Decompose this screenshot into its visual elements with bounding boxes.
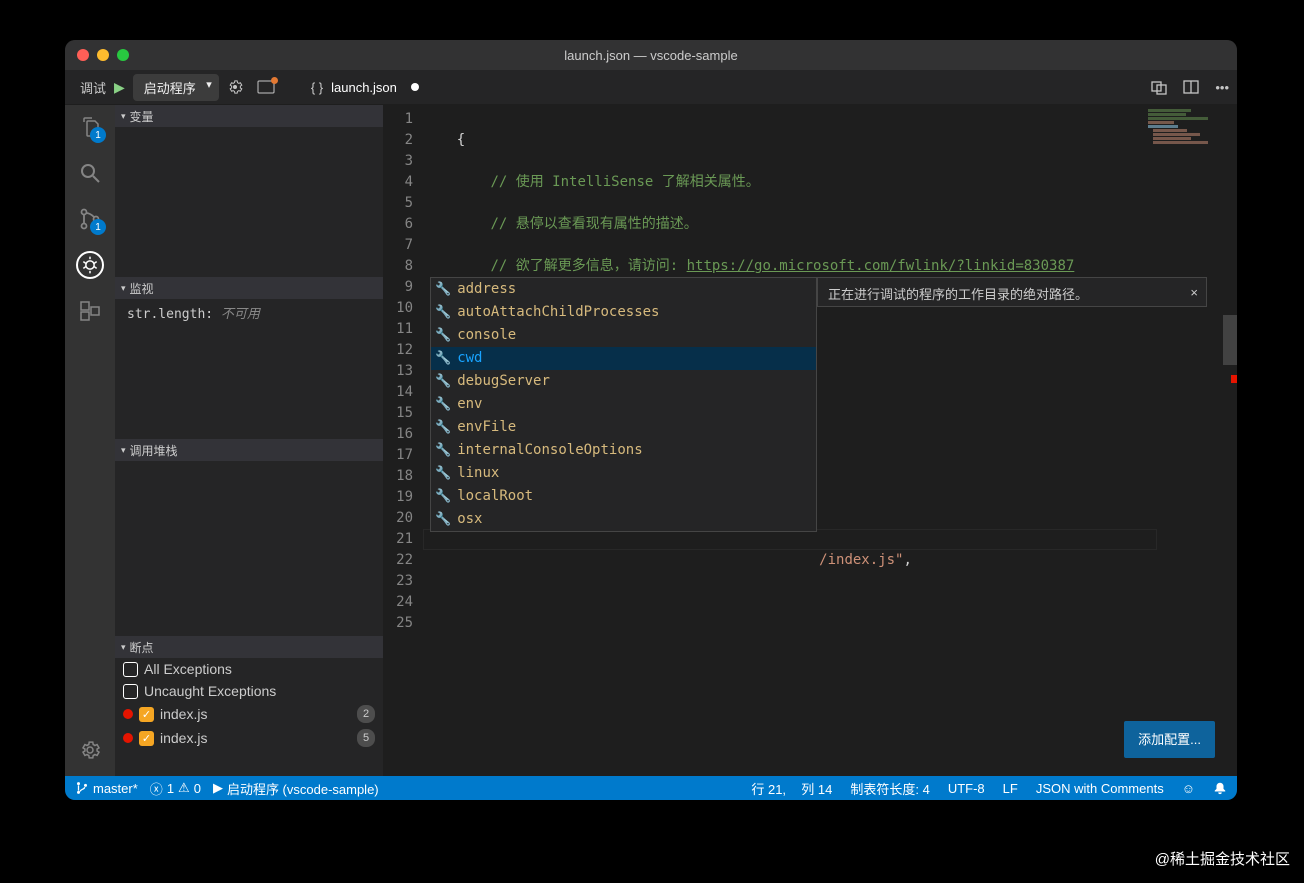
tab-filename[interactable]: launch.json [331,80,397,95]
debug-sidebar: ▾变量 ▾监视 str.length: 不可用 ▾调用堆栈 ▾断点 All Ex… [115,105,383,776]
breakpoint-check-icon: ✓ [139,731,154,746]
overview-breakpoint-marker [1231,375,1237,383]
dirty-indicator-icon [411,83,419,91]
breakpoint-item[interactable]: ✓index.js2 [115,702,383,726]
debug-target-status[interactable]: ▶ 启动程序 (vscode-sample) [213,779,379,798]
intellisense-item[interactable]: 🔧debugServer [431,370,816,393]
watch-section-header[interactable]: ▾监视 [115,277,383,299]
breakpoint-dot-icon [123,733,133,743]
watch-expression[interactable]: str.length: 不可用 [115,299,383,326]
intellisense-list: 🔧address🔧autoAttachChildProcesses🔧consol… [430,277,817,532]
add-configuration-button[interactable]: 添加配置... [1124,721,1215,758]
intellisense-item[interactable]: 🔧address [431,278,816,301]
debug-icon[interactable] [76,251,104,279]
wrench-icon: 🔧 [435,325,451,346]
wrench-icon: 🔧 [435,509,451,530]
wrench-icon: 🔧 [435,394,451,415]
watermark: @稀土掘金技术社区 [1155,848,1290,869]
callstack-section-header[interactable]: ▾调用堆栈 [115,439,383,461]
wrench-icon: 🔧 [435,371,451,392]
window-title: launch.json — vscode-sample [564,48,737,63]
wrench-icon: 🔧 [435,348,451,369]
intellisense-item[interactable]: 🔧console [431,324,816,347]
wrench-icon: 🔧 [435,440,451,461]
wrench-icon: 🔧 [435,463,451,484]
intellisense-item[interactable]: 🔧osx [431,508,816,531]
compare-icon[interactable] [1151,79,1167,95]
debug-console-icon[interactable] [257,80,275,94]
more-icon[interactable]: ••• [1215,80,1229,95]
gear-icon[interactable] [227,79,243,95]
launch-config-select[interactable]: 启动程序 [133,74,219,101]
intellisense-item[interactable]: 🔧outFiles [431,531,816,532]
bell-icon[interactable] [1213,781,1227,795]
source-control-icon[interactable]: 1 [76,205,104,233]
intellisense-item[interactable]: 🔧cwd [431,347,816,370]
feedback-icon[interactable]: ☺ [1182,781,1195,796]
titlebar: launch.json — vscode-sample [65,40,1237,70]
debug-label: 调试 [80,78,106,97]
explorer-icon[interactable]: 1 [76,113,104,141]
wrench-icon: 🔧 [435,302,451,323]
window-controls [77,49,129,61]
settings-gear-icon[interactable] [76,736,104,764]
toolbar: 调试 ▶ 启动程序 { } launch.json ••• [65,70,1237,105]
breakpoint-item[interactable]: ✓index.js5 [115,726,383,750]
encoding-status[interactable]: UTF-8 [948,781,985,796]
split-editor-icon[interactable] [1183,79,1199,95]
editor-window: launch.json — vscode-sample 调试 ▶ 启动程序 { … [65,40,1237,800]
wrench-icon: 🔧 [435,486,451,507]
intellisense-popup: 🔧address🔧autoAttachChildProcesses🔧consol… [430,277,1207,532]
intellisense-item[interactable]: 🔧linux [431,462,816,485]
cursor-position[interactable]: 行 21, 列 14 [751,779,832,798]
activity-bar: 1 1 [65,105,115,776]
minimize-window-button[interactable] [97,49,109,61]
extensions-icon[interactable] [76,297,104,325]
wrench-icon: 🔧 [435,279,451,300]
status-bar: master* ⓧ1 ⚠0 ▶ 启动程序 (vscode-sample) 行 2… [65,776,1237,800]
intellisense-item[interactable]: 🔧localRoot [431,485,816,508]
problems-status[interactable]: ⓧ1 ⚠0 [150,779,201,798]
breakpoint-dot-icon [123,709,133,719]
code-editor[interactable]: 1234567891011121314151617181920212223242… [383,105,1237,776]
intellisense-item[interactable]: 🔧autoAttachChildProcesses [431,301,816,324]
breakpoint-uncaught-exceptions[interactable]: Uncaught Exceptions [115,680,383,702]
breakpoint-check-icon: ✓ [139,707,154,722]
intellisense-item[interactable]: 🔧internalConsoleOptions [431,439,816,462]
intellisense-item[interactable]: 🔧envFile [431,416,816,439]
language-mode[interactable]: JSON with Comments [1036,781,1164,796]
close-window-button[interactable] [77,49,89,61]
explorer-badge: 1 [90,127,106,143]
start-debug-button[interactable]: ▶ [114,79,125,96]
breakpoint-all-exceptions[interactable]: All Exceptions [115,658,383,680]
variables-section-header[interactable]: ▾变量 [115,105,383,127]
eol-status[interactable]: LF [1003,781,1018,796]
minimap[interactable] [1138,109,1223,229]
maximize-window-button[interactable] [117,49,129,61]
scrollbar-vertical[interactable] [1223,105,1237,776]
search-icon[interactable] [76,159,104,187]
json-icon: { } [311,80,323,95]
intellisense-doc: 正在进行调试的程序的工作目录的绝对路径。 × [817,277,1207,307]
git-branch[interactable]: master* [75,781,138,796]
breakpoints-section-header[interactable]: ▾断点 [115,636,383,658]
close-icon[interactable]: × [1190,282,1198,303]
intellisense-item[interactable]: 🔧env [431,393,816,416]
indentation-status[interactable]: 制表符长度: 4 [850,779,929,798]
line-gutter: 1234567891011121314151617181920212223242… [383,105,423,634]
scm-badge: 1 [90,219,106,235]
wrench-icon: 🔧 [435,417,451,438]
